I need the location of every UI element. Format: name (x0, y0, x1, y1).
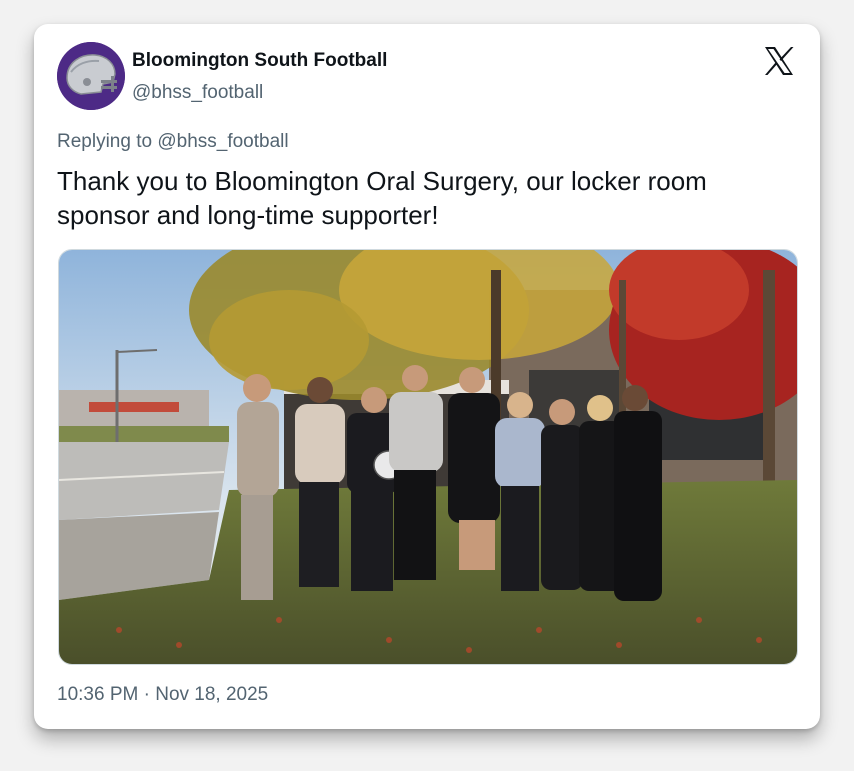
tweet-time: 10:36 PM (57, 684, 139, 705)
reply-handle-link[interactable]: @bhss_football (157, 131, 288, 152)
tweet-timestamp[interactable]: 10:36 PM · Nov 18, 2025 (57, 684, 268, 706)
reply-prefix: Replying to (57, 131, 153, 152)
tweet-date: Nov 18, 2025 (155, 684, 269, 705)
author-name[interactable]: Bloomington South Football (132, 50, 387, 72)
group-photo-image (59, 250, 797, 664)
x-logo-icon[interactable] (762, 44, 796, 78)
reply-context: Replying to @bhss_football (57, 131, 289, 153)
author-handle[interactable]: @bhss_football (132, 82, 263, 104)
football-helmet-icon (57, 42, 125, 110)
tweet-card: Bloomington South Football @bhss_footbal… (34, 24, 820, 729)
avatar[interactable] (57, 42, 125, 110)
screenshot-background: Bloomington South Football @bhss_footbal… (0, 0, 854, 771)
timestamp-separator: · (143, 684, 150, 705)
tweet-text: Thank you to Bloomington Oral Surgery, o… (57, 166, 707, 230)
tweet-photo[interactable] (58, 249, 798, 665)
